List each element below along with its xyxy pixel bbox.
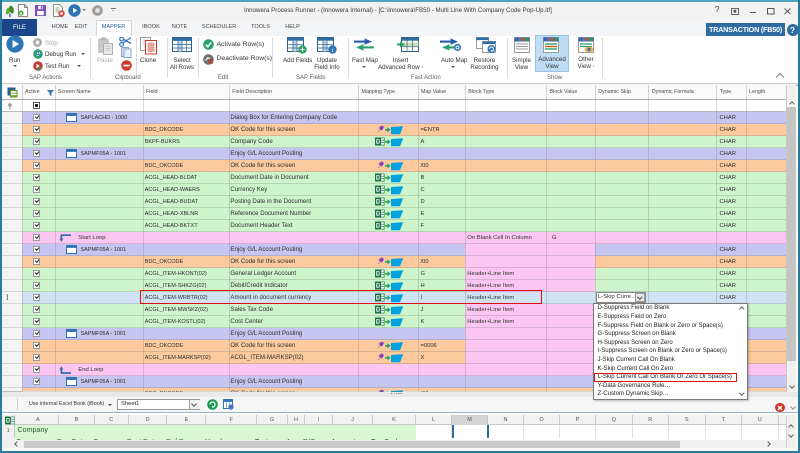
svg-text:i: i	[332, 47, 334, 54]
